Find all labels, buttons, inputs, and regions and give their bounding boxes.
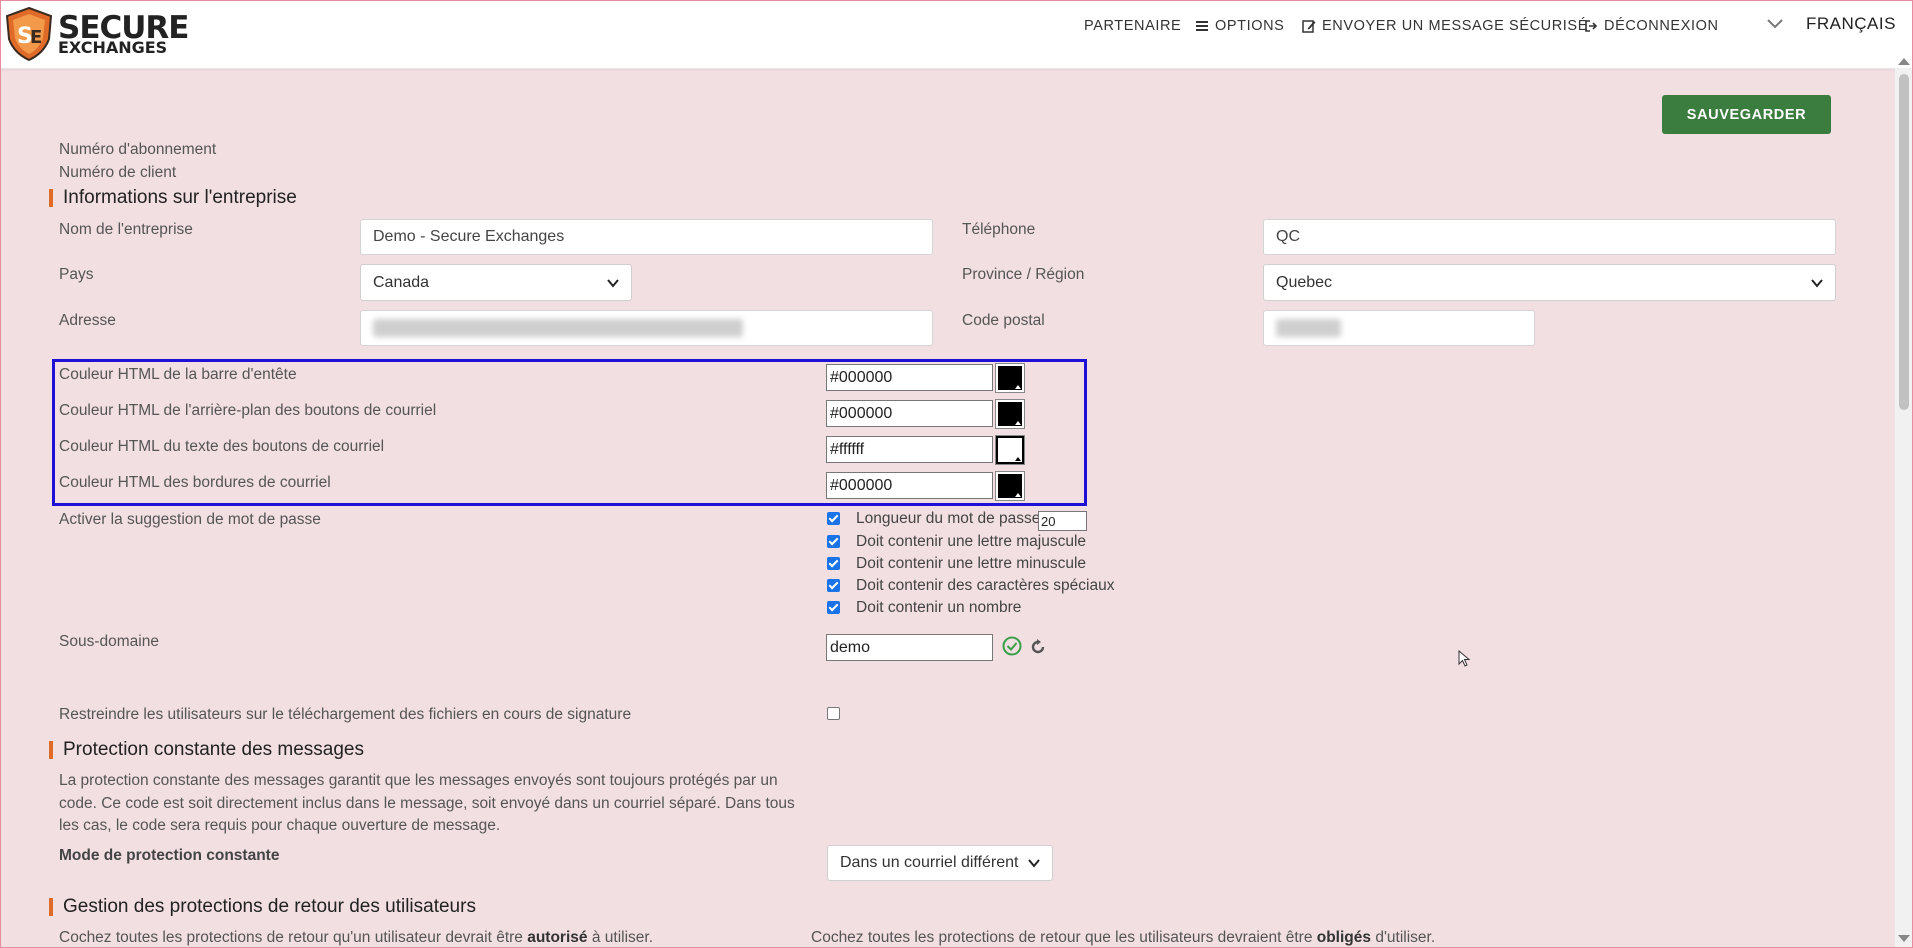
phone-input[interactable] [1263, 219, 1836, 255]
allowed-returns-text-post: à utiliser. [587, 929, 654, 946]
country-select[interactable]: Canada [360, 264, 632, 301]
chevron-down-icon [607, 278, 619, 288]
check-circle-icon [1002, 636, 1022, 656]
border-color-input[interactable] [826, 472, 993, 499]
button-bg-color-input[interactable] [826, 400, 993, 427]
nav-logout-label: DÉCONNEXION [1604, 18, 1719, 34]
header-bar-color-label: Couleur HTML de la barre d'entête [59, 366, 297, 383]
company-name-label: Nom de l'entreprise [59, 221, 193, 238]
language-label: FRANÇAIS [1806, 14, 1896, 33]
chevron-down-icon [1811, 278, 1823, 288]
password-suggestion-label: Activer la suggestion de mot de passe [59, 511, 321, 528]
restrict-download-label: Restreindre les utilisateurs sur le télé… [59, 706, 632, 723]
header-bar-color-swatch[interactable] [995, 363, 1025, 393]
required-returns-instructions: Cochez toutes les protections de retour … [811, 929, 1435, 947]
protection-description: La protection constante des messages gar… [59, 772, 795, 834]
subdomain-input[interactable] [826, 634, 993, 661]
protection-mode-select[interactable]: Dans un courriel différent [827, 845, 1053, 881]
section-message-protection: Protection constante des messages [49, 740, 364, 759]
nav-partenaire[interactable]: PARTENAIRE [1084, 16, 1181, 36]
nav-partenaire-label: PARTENAIRE [1084, 18, 1182, 34]
province-label: Province / Région [962, 266, 1085, 283]
lowercase-checkbox[interactable] [827, 557, 840, 570]
subscription-number-label: Numéro d'abonnement [59, 141, 217, 158]
uppercase-checkbox[interactable] [827, 535, 840, 548]
postal-code-redacted [1276, 319, 1341, 337]
postal-code-label: Code postal [962, 312, 1045, 329]
section-return-protections: Gestion des protections de retour des ut… [49, 897, 476, 916]
svg-text:E: E [30, 27, 42, 48]
nav-options-label: OPTIONS [1215, 18, 1285, 34]
required-returns-text-bold: obligés [1316, 929, 1372, 946]
scrollbar-thumb[interactable] [1899, 74, 1909, 410]
header-bar-color-input[interactable] [826, 364, 993, 391]
nav-send-label: ENVOYER UN MESSAGE SÉCURISÉ [1322, 18, 1588, 34]
button-text-color-input[interactable] [826, 436, 993, 463]
language-selector[interactable]: FRANÇAIS [1766, 14, 1896, 34]
border-color-swatch[interactable] [995, 471, 1025, 501]
password-length-input[interactable] [1038, 511, 1087, 531]
logout-icon [1585, 20, 1598, 32]
uppercase-label: Doit contenir une lettre majuscule [856, 533, 1087, 550]
logo-shield-icon: S E [5, 7, 53, 61]
allowed-returns-text-pre: Cochez toutes les protections de retour … [59, 929, 528, 946]
password-length-checkbox[interactable] [827, 512, 840, 525]
allowed-returns-instructions: Cochez toutes les protections de retour … [59, 929, 653, 947]
border-color-label: Couleur HTML des bordures de courriel [59, 474, 331, 491]
protection-mode-value: Dans un courriel différent [840, 854, 1019, 871]
nav-options[interactable]: OPTIONS [1195, 16, 1284, 36]
edit-icon [1302, 20, 1316, 33]
save-button[interactable]: SAUVEGARDER [1662, 95, 1831, 134]
password-length-label: Longueur du mot de passe [856, 510, 1041, 527]
special-chars-checkbox[interactable] [827, 579, 840, 592]
address-input[interactable] [360, 310, 933, 346]
scroll-up-arrow-icon[interactable] [1898, 58, 1910, 65]
mouse-cursor-icon [1458, 650, 1471, 667]
lowercase-label: Doit contenir une lettre minuscule [856, 555, 1087, 572]
button-bg-color-label: Couleur HTML de l'arrière-plan des bouto… [59, 402, 437, 419]
refresh-icon[interactable] [1030, 639, 1046, 655]
scroll-down-arrow-icon[interactable] [1898, 935, 1910, 942]
logo[interactable]: S E SECURE EXCHANGES [4, 6, 189, 62]
phone-label: Téléphone [962, 221, 1036, 238]
company-name-input[interactable] [360, 219, 933, 255]
client-number-label: Numéro de client [59, 164, 177, 181]
button-bg-color-swatch[interactable] [995, 399, 1025, 429]
section-company-info: Informations sur l'entreprise [49, 188, 297, 207]
country-select-value: Canada [373, 273, 430, 291]
button-text-color-swatch[interactable] [995, 435, 1025, 465]
address-redacted [373, 319, 743, 337]
subdomain-label: Sous-domaine [59, 633, 159, 650]
chevron-down-icon [1028, 859, 1040, 868]
restrict-download-checkbox[interactable] [827, 707, 840, 720]
number-checkbox[interactable] [827, 601, 840, 614]
chevron-down-icon [1767, 19, 1783, 29]
postal-code-input[interactable] [1263, 310, 1535, 346]
number-label: Doit contenir un nombre [856, 599, 1022, 616]
address-label: Adresse [59, 312, 116, 329]
top-bar: S E SECURE EXCHANGES PARTENAIRE OPTIONS … [0, 0, 1913, 69]
required-returns-text-pre: Cochez toutes les protections de retour … [811, 929, 1317, 946]
required-returns-text-post: d'utiliser. [1371, 929, 1436, 946]
protection-mode-label: Mode de protection constante [59, 847, 280, 864]
nav-send-secure-message[interactable]: ENVOYER UN MESSAGE SÉCURISÉ [1302, 16, 1588, 36]
button-text-color-label: Couleur HTML du texte des boutons de cou… [59, 438, 385, 455]
province-select[interactable]: Quebec [1263, 264, 1836, 301]
allowed-returns-text-bold: autorisé [527, 929, 588, 946]
country-label: Pays [59, 266, 94, 283]
nav-logout[interactable]: DÉCONNEXION [1584, 16, 1719, 36]
province-select-value: Quebec [1276, 273, 1333, 291]
special-chars-label: Doit contenir des caractères spéciaux [856, 577, 1115, 594]
menu-icon [1196, 21, 1208, 31]
